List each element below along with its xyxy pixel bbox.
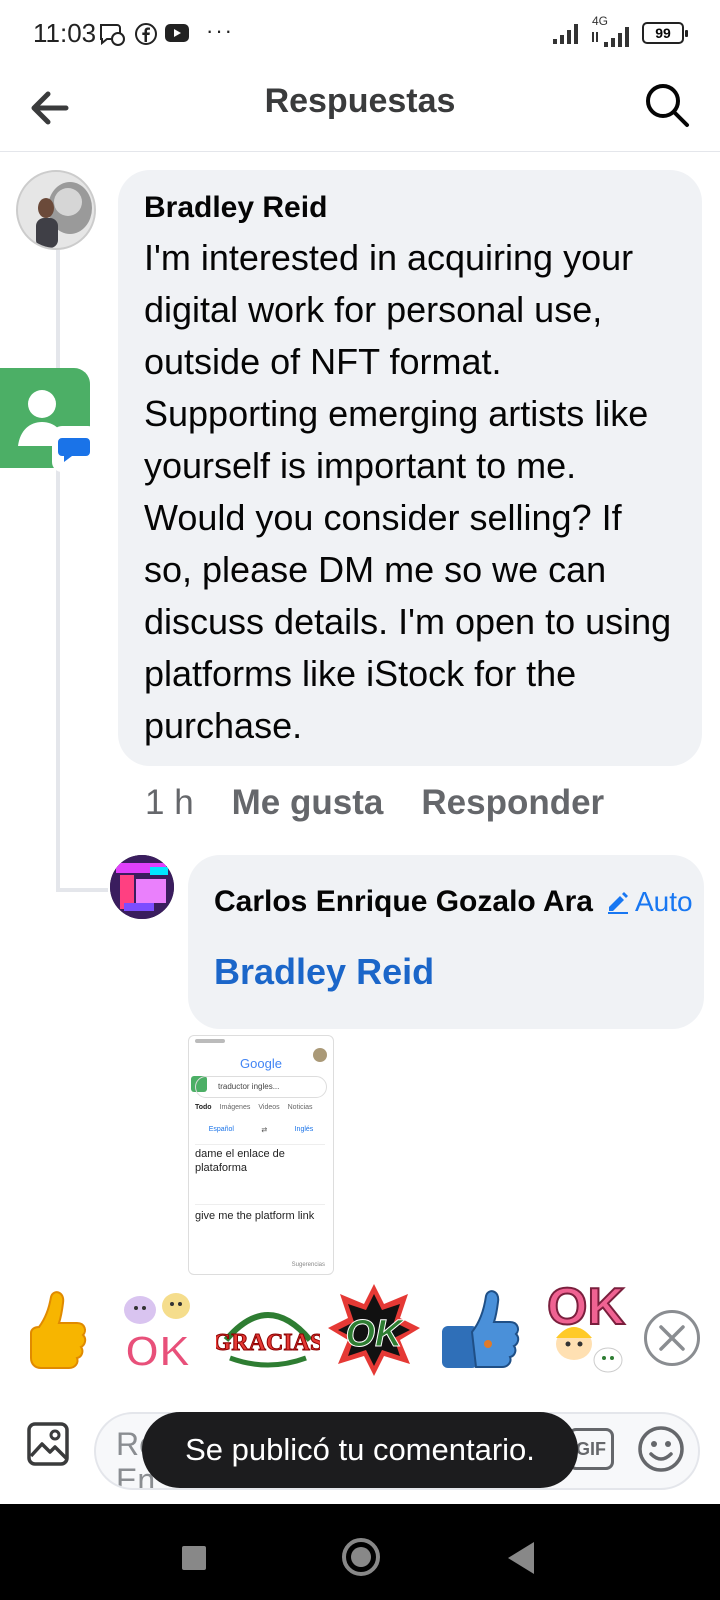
like-button[interactable]: Me gusta bbox=[232, 783, 384, 823]
facebook-notification-icon bbox=[135, 23, 157, 45]
reply-bubble[interactable]: Carlos Enrique Gozalo Ara Auto Bradley R… bbox=[188, 855, 704, 1029]
messenger-notification-icon bbox=[100, 24, 125, 46]
status-time: 11:03 bbox=[33, 18, 97, 48]
reply-button[interactable]: Responder bbox=[421, 783, 604, 823]
svg-text:OK: OK bbox=[346, 1313, 406, 1355]
battery-icon: 99 bbox=[642, 22, 688, 44]
auto-translate-label: Auto bbox=[634, 886, 693, 917]
thumbs-up-emoji[interactable] bbox=[14, 1280, 94, 1380]
mini-status-bar bbox=[195, 1039, 225, 1043]
toast-message: Se publicó tu comentario. bbox=[142, 1412, 578, 1488]
svg-text:OK: OK bbox=[125, 1327, 191, 1376]
reply-author[interactable]: Carlos Enrique Gozalo Ara bbox=[214, 885, 593, 919]
comment-bubble[interactable]: Bradley Reid I'm interested in acquiring… bbox=[118, 170, 702, 766]
comment-text: I'm interested in acquiring your digital… bbox=[144, 237, 672, 746]
svg-text:GRACIAS: GRACIAS bbox=[216, 1330, 320, 1356]
close-stickers-button[interactable] bbox=[644, 1310, 700, 1366]
thread-branch bbox=[56, 888, 108, 892]
comment-actions: 1 h Me gusta Responder bbox=[145, 780, 604, 826]
status-bar: 11:03 ··· 4G 99 bbox=[0, 0, 720, 66]
ok-birds-sticker[interactable]: OK bbox=[116, 1280, 200, 1380]
youtube-notification-icon bbox=[165, 24, 189, 42]
search-icon[interactable] bbox=[642, 80, 692, 130]
mini-source-text: dame el enlace de plataforma bbox=[195, 1144, 325, 1175]
system-nav-bar bbox=[0, 1504, 720, 1600]
mini-translated-text: give me the platform link bbox=[195, 1204, 325, 1223]
thread-line bbox=[56, 250, 60, 892]
ok-girl-sticker[interactable]: OK bbox=[538, 1280, 634, 1380]
app-header: Respuestas bbox=[0, 66, 720, 152]
close-icon bbox=[659, 1325, 685, 1351]
mini-search-bar: traductor ingles... bbox=[195, 1076, 327, 1098]
contacts-app-icon[interactable] bbox=[0, 368, 100, 480]
sticker-bar: OK GRACIAS OK OK bbox=[0, 1280, 720, 1390]
emoji-icon[interactable] bbox=[636, 1424, 686, 1474]
signal-icon bbox=[553, 24, 578, 44]
home-button[interactable] bbox=[342, 1538, 380, 1576]
signal-4g-icon: 4G bbox=[590, 14, 634, 48]
auto-translate-link[interactable]: Auto bbox=[605, 886, 693, 918]
ok-burst-sticker[interactable]: OK bbox=[326, 1280, 422, 1380]
mini-tabs: Todo Imágenes Videos Noticias bbox=[195, 1104, 313, 1111]
more-notifications: ··· bbox=[206, 18, 234, 43]
comment-author[interactable]: Bradley Reid bbox=[144, 188, 676, 228]
mini-suggestions: Sugerencias bbox=[291, 1262, 325, 1268]
gracias-sticker[interactable]: GRACIAS bbox=[216, 1280, 320, 1380]
robot-thumbs-sticker[interactable] bbox=[432, 1280, 528, 1380]
svg-text:OK: OK bbox=[547, 1280, 625, 1336]
mention-link[interactable]: Bradley Reid bbox=[214, 951, 704, 993]
avatar[interactable] bbox=[16, 170, 96, 250]
comment-time: 1 h bbox=[145, 783, 194, 822]
google-logo: Google bbox=[240, 1056, 282, 1071]
reply-avatar[interactable] bbox=[110, 855, 174, 919]
system-back-button[interactable] bbox=[508, 1542, 534, 1574]
photo-icon[interactable] bbox=[26, 1420, 70, 1468]
page-title: Respuestas bbox=[264, 82, 456, 120]
pencil-icon bbox=[607, 892, 628, 914]
mini-language-selector: Español ⇄ Inglés bbox=[208, 1126, 314, 1134]
attached-image[interactable]: Google traductor ingles... Todo Imágenes… bbox=[188, 1035, 334, 1275]
recents-button[interactable] bbox=[182, 1546, 206, 1570]
